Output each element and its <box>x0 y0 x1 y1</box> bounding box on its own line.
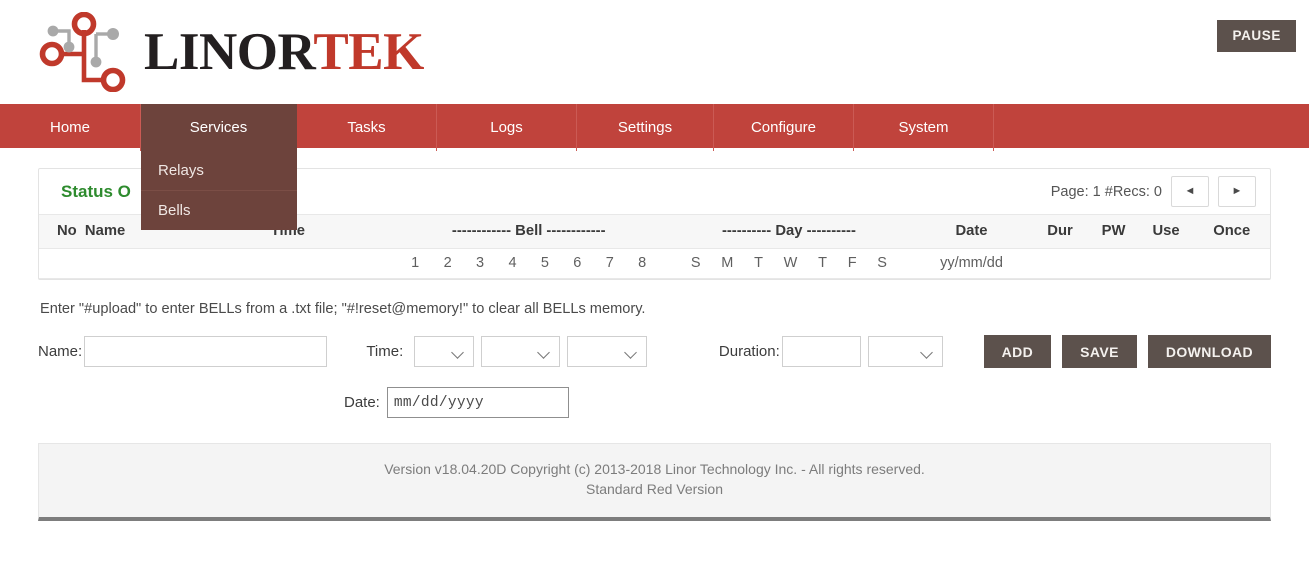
main-navigation: Home Services Relays Bells Tasks Logs Se… <box>0 104 1309 230</box>
day-letter: S <box>877 255 887 271</box>
bell-num: 3 <box>476 255 485 271</box>
col-header-use: Use <box>1138 214 1194 249</box>
bell-num: 7 <box>605 255 614 271</box>
sub-date-format: yy/mm/dd <box>911 248 1032 279</box>
brand-wordmark: LINORTEK <box>144 22 424 81</box>
pagination: Page: 1 #Recs: 0 ◄ ► <box>1051 176 1256 207</box>
day-letter: T <box>818 255 827 271</box>
pause-button[interactable]: PAUSE <box>1217 20 1296 52</box>
bell-entry-form: Name: Time: Duration: ADD SAVE DOWNLOAD … <box>38 335 1271 419</box>
duration-input[interactable] <box>781 336 861 367</box>
panel-title: Status O <box>61 181 131 201</box>
time-ampm-select[interactable] <box>567 336 647 367</box>
sub-dur <box>1031 248 1089 279</box>
time-minute-select[interactable] <box>480 336 561 367</box>
form-actions: ADD SAVE DOWNLOAD <box>983 335 1271 368</box>
nav-link-tasks[interactable]: Tasks <box>297 104 437 151</box>
day-letter: W <box>783 255 798 271</box>
duration-label: Duration: <box>718 343 780 360</box>
upload-hint-text: Enter "#upload" to enter BELLs from a .t… <box>40 301 646 317</box>
sub-no <box>39 248 85 279</box>
menu-item-bells[interactable]: Bells <box>141 191 297 230</box>
name-label: Name: <box>38 343 83 360</box>
save-button[interactable]: SAVE <box>1062 335 1137 368</box>
sub-bell-numbers: 1 2 3 4 5 6 7 8 <box>391 248 667 279</box>
bell-num: 5 <box>540 255 549 271</box>
triangle-right-icon[interactable]: ► <box>1218 176 1256 207</box>
time-hour-select[interactable] <box>414 336 474 367</box>
menu-item-relays[interactable]: Relays <box>141 151 297 191</box>
day-letter: F <box>847 255 857 271</box>
col-header-bell: ------------ Bell ------------ <box>391 214 667 249</box>
circuit-nodes-logo-icon <box>38 12 130 92</box>
nav-item-home[interactable]: Home <box>0 104 141 151</box>
brand-word-dark: LINOR <box>144 22 314 81</box>
services-dropdown-menu: Relays Bells <box>141 151 297 230</box>
sub-name <box>84 248 271 279</box>
bell-num: 1 <box>411 255 420 271</box>
nav-link-configure[interactable]: Configure <box>714 104 854 151</box>
nav-item-logs[interactable]: Logs <box>437 104 577 151</box>
brand-logo[interactable]: LINORTEK <box>38 12 424 92</box>
pagination-status: Page: 1 #Recs: 0 <box>1050 183 1162 200</box>
page-root: LINORTEK PAUSE Home Services Relays Bell… <box>0 0 1309 587</box>
form-row-primary: Name: Time: Duration: ADD SAVE DOWNLOAD <box>38 335 1271 368</box>
brand-word-red: TEK <box>313 22 424 81</box>
table-body: 1 2 3 4 5 6 7 8 S M T W T F S yy/mm/dd <box>39 248 1270 279</box>
nav-item-services[interactable]: Services Relays Bells <box>141 104 297 230</box>
triangle-left-icon[interactable]: ◄ <box>1171 176 1209 207</box>
col-header-date: Date <box>911 214 1032 249</box>
nav-item-settings[interactable]: Settings <box>577 104 714 151</box>
nav-link-settings[interactable]: Settings <box>577 104 714 151</box>
col-header-no: No <box>39 214 85 249</box>
nav-item-system[interactable]: System <box>854 104 994 151</box>
nav-link-system[interactable]: System <box>854 104 994 151</box>
col-header-day: ---------- Day ---------- <box>666 214 912 249</box>
page-header: LINORTEK PAUSE <box>0 0 1309 104</box>
sub-use <box>1138 248 1194 279</box>
sub-once <box>1193 248 1270 279</box>
add-button[interactable]: ADD <box>983 335 1052 368</box>
nav-link-services[interactable]: Services <box>141 104 297 151</box>
footer-edition-line: Standard Red Version <box>586 481 723 498</box>
sub-time <box>270 248 391 279</box>
col-header-pw: PW <box>1088 214 1139 249</box>
form-row-date: Date: mm/dd/yyyy <box>38 386 1271 419</box>
day-letter: S <box>690 255 701 271</box>
bell-num: 8 <box>638 255 647 271</box>
date-label: Date: <box>344 394 380 411</box>
bell-num: 6 <box>573 255 582 271</box>
day-letter: T <box>754 255 763 271</box>
date-input[interactable]: mm/dd/yyyy <box>386 387 569 418</box>
footer-version-line: Version v18.04.20D Copyright (c) 2013-20… <box>384 461 925 477</box>
nav-link-home[interactable]: Home <box>0 104 141 151</box>
sub-day-letters: S M T W T F S <box>666 248 912 279</box>
download-button[interactable]: DOWNLOAD <box>1147 335 1271 368</box>
nav-item-configure[interactable]: Configure <box>714 104 854 151</box>
nav-list: Home Services Relays Bells Tasks Logs Se… <box>0 104 1309 230</box>
name-input[interactable] <box>84 336 328 367</box>
table-subheader-row: 1 2 3 4 5 6 7 8 S M T W T F S yy/mm/dd <box>39 248 1270 279</box>
bell-num: 4 <box>508 255 517 271</box>
col-header-once: Once <box>1193 214 1270 249</box>
nav-link-logs[interactable]: Logs <box>437 104 577 151</box>
sub-pw <box>1088 248 1139 279</box>
col-header-dur: Dur <box>1031 214 1089 249</box>
page-footer: Version v18.04.20D Copyright (c) 2013-20… <box>38 443 1271 521</box>
day-letter: M <box>721 255 734 271</box>
bell-num: 2 <box>443 255 452 271</box>
duration-unit-select[interactable] <box>867 336 943 367</box>
nav-item-tasks[interactable]: Tasks <box>297 104 437 151</box>
time-label: Time: <box>366 343 404 360</box>
